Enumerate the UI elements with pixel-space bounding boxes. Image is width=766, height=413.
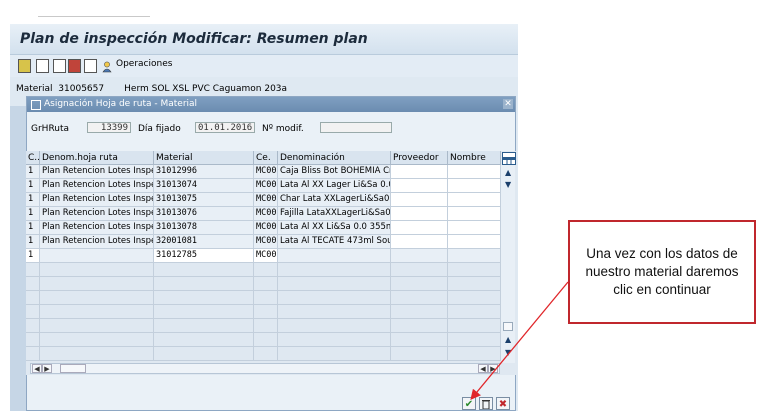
callout-arrow (470, 281, 569, 401)
